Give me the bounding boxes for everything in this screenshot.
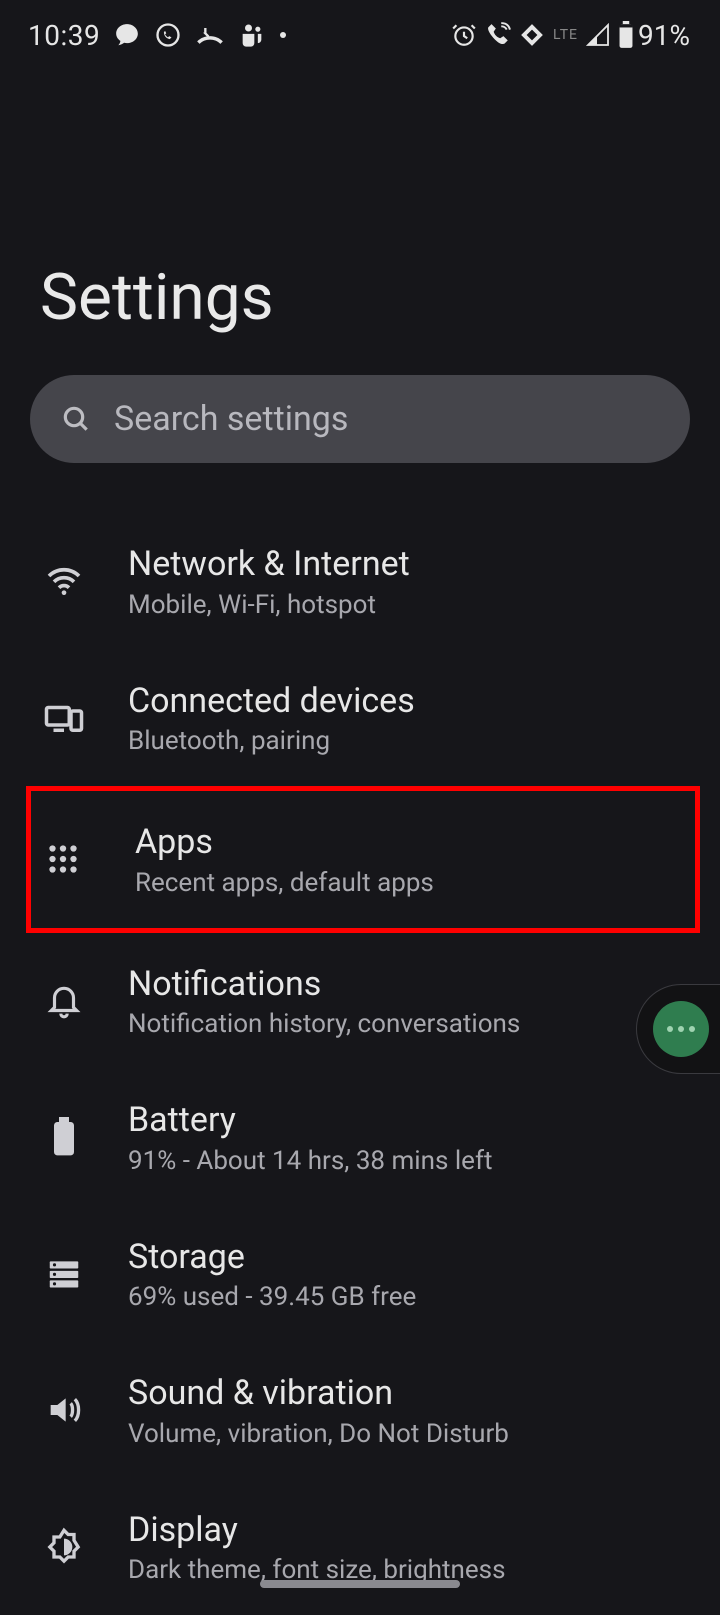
speaker-icon [40, 1386, 88, 1434]
search-input[interactable]: Search settings [30, 375, 690, 463]
setting-title: Battery [128, 1099, 493, 1142]
setting-subtitle: Volume, vibration, Do Not Disturb [128, 1419, 509, 1449]
alarm-icon [451, 22, 477, 48]
settings-list: Network & Internet Mobile, Wi-Fi, hotspo… [0, 493, 720, 1615]
more-dots-icon [653, 1001, 709, 1057]
status-bar: 10:39 LTE 91% [0, 0, 720, 60]
chat-bubble-icon [114, 22, 140, 48]
wifi-icon [40, 557, 88, 605]
setting-title: Connected devices [128, 680, 415, 723]
setting-row-notifications[interactable]: Notifications Notification history, conv… [0, 933, 720, 1070]
setting-title: Storage [128, 1236, 416, 1279]
battery-percent: 91% [638, 19, 690, 52]
setting-row-sound[interactable]: Sound & vibration Volume, vibration, Do … [0, 1342, 720, 1479]
whatsapp-icon [154, 21, 182, 49]
setting-row-battery[interactable]: Battery 91% - About 14 hrs, 38 mins left [0, 1069, 720, 1206]
battery-indicator: 91% [618, 19, 690, 52]
setting-title: Sound & vibration [128, 1372, 509, 1415]
apps-grid-icon [39, 835, 87, 883]
bell-icon [40, 977, 88, 1025]
storage-icon [40, 1250, 88, 1298]
search-wrap: Search settings [0, 375, 720, 493]
brightness-icon [40, 1523, 88, 1571]
edge-assistant-button[interactable] [636, 984, 720, 1074]
page-title: Settings [40, 260, 680, 335]
setting-subtitle: Bluetooth, pairing [128, 726, 415, 756]
missed-call-icon [196, 21, 224, 49]
setting-subtitle: 91% - About 14 hrs, 38 mins left [128, 1146, 493, 1176]
battery-icon [618, 21, 634, 49]
gesture-nav-handle[interactable] [260, 1580, 460, 1588]
setting-title: Display [128, 1509, 506, 1552]
header: Settings [0, 60, 720, 375]
search-placeholder: Search settings [114, 399, 348, 439]
setting-row-network[interactable]: Network & Internet Mobile, Wi-Fi, hotspo… [0, 513, 720, 650]
status-bar-right: LTE 91% [451, 19, 690, 52]
setting-row-display[interactable]: Display Dark theme, font size, brightnes… [0, 1479, 720, 1615]
setting-subtitle: Recent apps, default apps [135, 868, 434, 898]
status-time: 10:39 [28, 19, 100, 52]
setting-subtitle: Mobile, Wi-Fi, hotspot [128, 590, 410, 620]
setting-title: Network & Internet [128, 543, 410, 586]
devices-icon [40, 694, 88, 742]
lte-label: LTE [553, 27, 578, 43]
setting-row-connected-devices[interactable]: Connected devices Bluetooth, pairing [0, 650, 720, 787]
more-notifications-dot-icon [280, 32, 286, 38]
battery-icon [40, 1113, 88, 1161]
setting-row-storage[interactable]: Storage 69% used - 39.45 GB free [0, 1206, 720, 1343]
wifi-calling-icon [485, 22, 511, 48]
setting-title: Notifications [128, 963, 520, 1006]
setting-subtitle: Notification history, conversations [128, 1009, 520, 1039]
setting-title: Apps [135, 821, 434, 864]
teams-icon [238, 21, 266, 49]
setting-row-apps[interactable]: Apps Recent apps, default apps [26, 786, 700, 933]
signal-icon [586, 23, 610, 47]
search-icon [60, 403, 92, 435]
status-bar-left: 10:39 [28, 19, 286, 52]
setting-subtitle: 69% used - 39.45 GB free [128, 1282, 416, 1312]
wifi-diamond-icon [519, 22, 545, 48]
